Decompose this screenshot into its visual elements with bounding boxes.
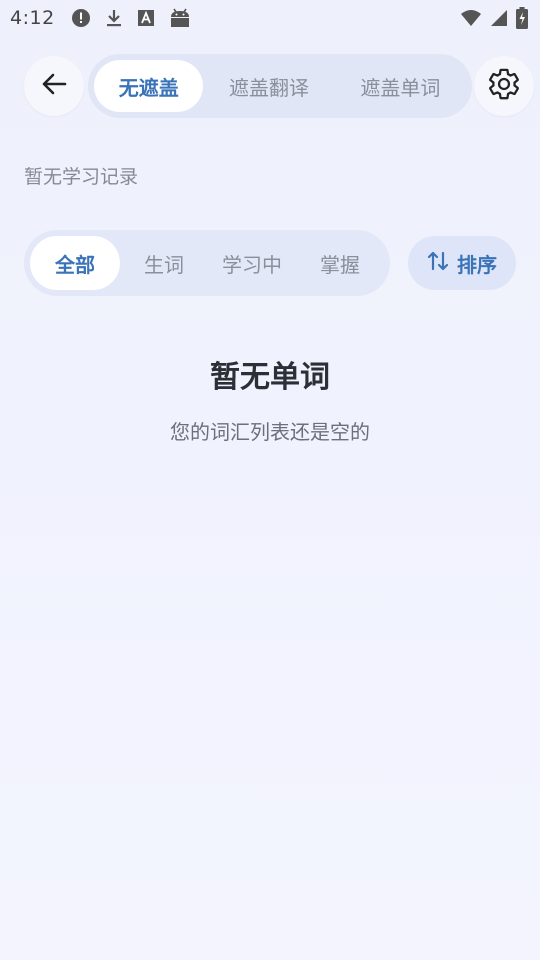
settings-button[interactable] bbox=[474, 56, 534, 116]
back-button[interactable] bbox=[24, 56, 84, 116]
download-icon bbox=[105, 8, 123, 28]
tab-cover-word[interactable]: 遮盖单词 bbox=[335, 60, 466, 112]
status-time: 4:12 bbox=[10, 7, 55, 29]
arrow-left-icon bbox=[40, 70, 68, 102]
sort-label: 排序 bbox=[457, 252, 497, 277]
gear-icon bbox=[487, 67, 521, 105]
top-bar: 无遮盖 遮盖翻译 遮盖单词 bbox=[24, 54, 534, 118]
filter-row: 全部 生词 学习中 掌握 排序 bbox=[24, 230, 516, 296]
filter-tab-mastered[interactable]: 掌握 bbox=[296, 236, 384, 290]
filter-tabs: 全部 生词 学习中 掌握 bbox=[24, 230, 390, 296]
tab-cover-translation[interactable]: 遮盖翻译 bbox=[203, 60, 334, 112]
filter-tab-all[interactable]: 全部 bbox=[30, 236, 120, 290]
wifi-icon bbox=[460, 9, 482, 27]
android-icon bbox=[169, 8, 191, 28]
signal-icon bbox=[490, 9, 508, 27]
status-icons-right bbox=[460, 7, 528, 29]
mode-tabs: 无遮盖 遮盖翻译 遮盖单词 bbox=[88, 54, 472, 118]
filter-tab-new-words[interactable]: 生词 bbox=[120, 236, 208, 290]
sort-button[interactable]: 排序 bbox=[408, 236, 516, 290]
empty-state-subtitle: 您的词汇列表还是空的 bbox=[170, 420, 370, 444]
status-bar: 4:12 bbox=[0, 0, 540, 36]
alert-icon bbox=[71, 8, 91, 28]
battery-charging-icon bbox=[516, 7, 528, 29]
filter-tab-learning[interactable]: 学习中 bbox=[208, 236, 296, 290]
font-a-icon bbox=[137, 9, 155, 27]
tab-no-cover[interactable]: 无遮盖 bbox=[94, 60, 204, 112]
no-record-text: 暂无学习记录 bbox=[24, 166, 139, 188]
empty-state-title: 暂无单词 bbox=[210, 360, 330, 395]
sort-arrows-icon bbox=[427, 250, 449, 277]
status-icons-left bbox=[71, 8, 191, 28]
